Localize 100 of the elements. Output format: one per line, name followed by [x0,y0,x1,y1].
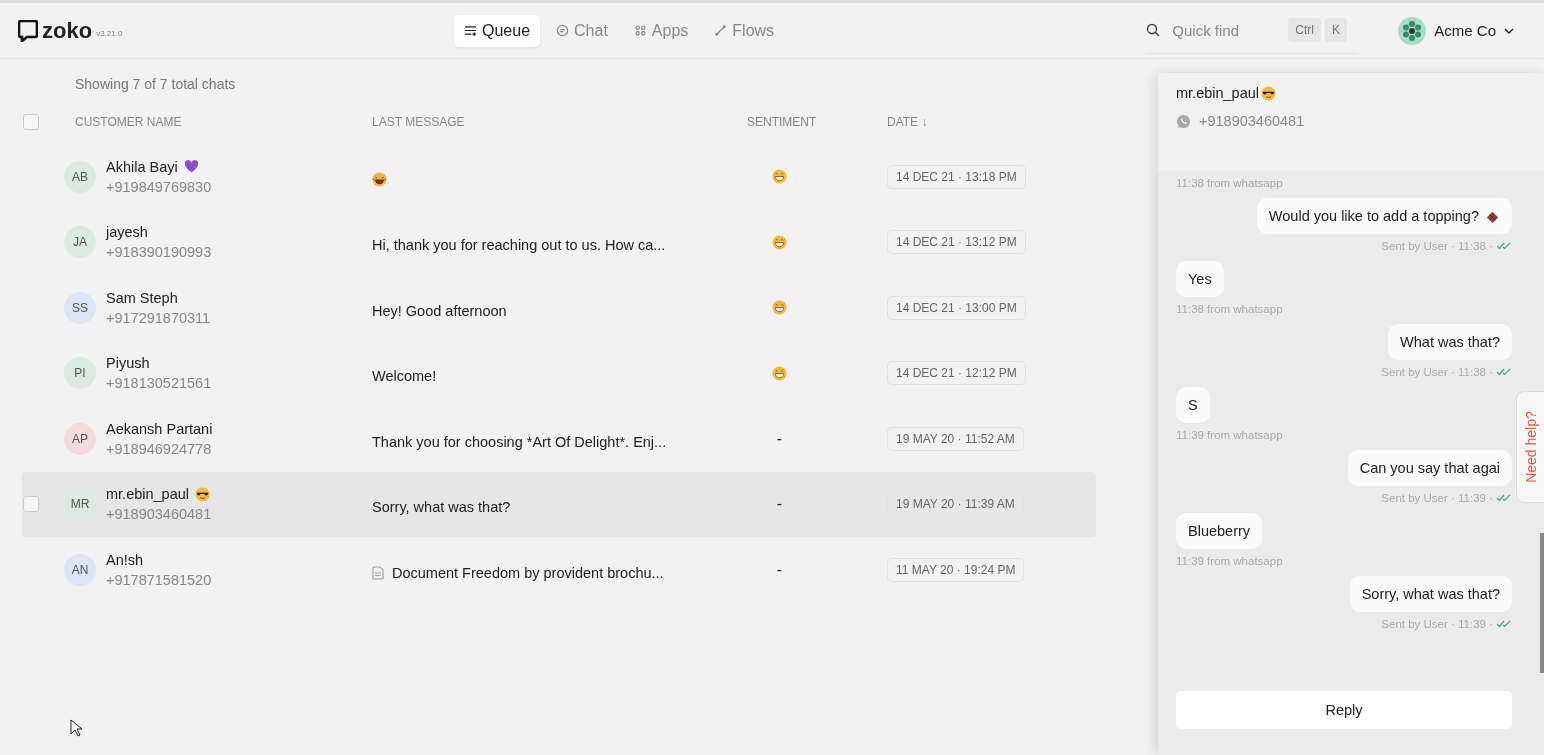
customer-phone: +917871581520 [106,571,212,588]
message-bubble: Sorry, what was that? [1349,576,1512,612]
reply-button[interactable]: Reply [1176,691,1512,729]
double-check-icon [1496,494,1512,502]
chat-row[interactable]: AP Aekansh Partani +918946924778 Thank you for choosing *Art Of Delight*. Enj... - 19 MAY 20 · 11:52 AM [22,406,1096,472]
grinning-face-icon [772,300,787,316]
chat-icon [556,24,570,37]
search-icon [1146,23,1161,37]
message-bubble: What was that? [1388,324,1512,360]
customer-name: mr.ebin_paul [106,486,190,503]
last-message: Sorry, what was that? [372,499,511,516]
avatar: AN [64,553,96,586]
message-meta: Sent by User · 11:39 · [1381,618,1493,630]
grinning-face-icon [772,169,787,185]
column-header: CUSTOMER NAME [75,115,183,129]
customer-name: jayesh [106,224,148,241]
column-header: DATE ↓ [887,115,929,129]
sunglasses-face-icon [1261,85,1277,101]
message-meta: Sent by User · 11:38 · [1381,240,1493,252]
message-bubble: S [1176,387,1210,423]
last-message: Hi, thank you for reaching out to us. How ca... [372,237,666,254]
version-label: v3.21.0 [96,29,123,38]
date-badge: 14 DEC 21 · 13:18 PM [887,164,1026,189]
grinning-face-icon [772,234,787,250]
avatar: MR [64,488,96,521]
date-badge: 19 MAY 20 · 11:52 AM [887,426,1024,451]
customer-phone: +918903460481 [106,506,212,523]
avatar: SS [64,291,96,324]
avatar: AP [64,422,96,455]
customer-name: Akhila Bayi [106,158,178,175]
scrollbar-thumb[interactable] [1540,533,1544,673]
chat-row[interactable]: AB Akhila Bayi +919849769830 14 DEC 21 · 13:18 PM [22,144,1096,210]
nav-tab[interactable]: Queue [454,14,541,47]
column-header: LAST MESSAGE [372,115,466,129]
heart-icon [183,159,199,175]
last-message: Welcome! [372,368,437,385]
double-check-icon [1496,368,1512,376]
chat-row[interactable]: SS Sam Steph +917291870311 Hey! Good afternoon 14 DEC 21 · 13:00 PM [22,275,1096,341]
customer-name: Aekansh Partani [106,420,213,437]
message-meta: 11:39 from whatsapp [1176,429,1283,441]
list-icon [464,24,477,37]
customer-name: An!sh [106,551,144,568]
double-check-icon [1496,242,1512,250]
flow-icon [714,24,728,37]
phone-bubble-icon [1176,113,1191,129]
sentiment-value: - [776,560,783,579]
sentiment-value: - [776,495,783,514]
last-message: Document Freedom by provident brochu... [392,564,664,581]
customer-phone: +918946924778 [106,440,213,457]
message-meta: 11:38 from whatsapp [1176,303,1283,315]
message-bubble: Can you say that agai [1347,450,1512,486]
shortcut-key: Ctrl [1288,18,1321,42]
message-meta: 11:38 from whatsapp [1176,177,1283,189]
message-meta: Sent by User · 11:39 · [1381,492,1493,504]
last-message: Thank you for choosing *Art Of Delight*. Enj... [372,433,667,450]
column-header: SENTIMENT [746,115,818,129]
grid-icon [633,24,647,37]
last-message: Hey! Good afternoon [372,302,507,319]
date-badge: 14 DEC 21 · 13:00 PM [887,295,1026,320]
chat-row[interactable]: PI Piyush +918130521561 Welcome! 14 DEC 21 · 12:12 PM [22,340,1096,406]
customer-phone: +918130521561 [106,375,212,392]
sunglasses-face-icon [195,486,211,502]
mouse-cursor-icon [70,719,82,737]
chat-row[interactable]: AN An!sh +917871581520 Document Freedom by provident brochu... - 11 MAY 20 · 19:24 PM [22,537,1096,603]
message-bubble: Would you like to add a topping? [1256,198,1512,234]
contact-name: mr.ebin_paul [1176,85,1260,101]
avatar: PI [64,357,96,390]
chat-row[interactable]: JA jayesh +918390190993 Hi, thank you for reaching out to us. How ca... 14 DEC 21 · 13:12 PM [22,209,1096,275]
customer-name: Piyush [106,355,150,372]
grinning-face-icon [772,365,787,381]
account-menu[interactable]: Acme Co [1398,16,1514,45]
search-field[interactable]: Quick find [1170,20,1285,40]
date-badge: 14 DEC 21 · 12:12 PM [887,361,1026,386]
date-badge: 14 DEC 21 · 13:12 PM [887,230,1026,255]
logo-text: zoko [42,17,93,44]
date-badge: 19 MAY 20 · 11:39 AM [887,492,1024,517]
double-check-icon [1496,620,1512,628]
customer-name: Sam Steph [106,289,178,306]
logo-icon [18,19,38,42]
message-meta: 11:39 from whatsapp [1176,555,1283,567]
date-badge: 11 MAY 20 · 19:24 PM [887,557,1025,582]
select-all-checkbox[interactable] [23,114,39,130]
laughing-face-icon [372,172,387,188]
customer-phone: +918390190993 [106,244,212,261]
avatar: JA [64,226,96,259]
message-bubble: Yes [1176,261,1224,297]
summary-text: Showing 7 of 7 total chats [75,76,237,92]
message-bubble: Blueberry [1176,513,1263,549]
row-checkbox[interactable] [23,496,39,513]
sentiment-value: - [776,429,783,448]
customer-phone: +917291870311 [106,309,211,326]
avatar: AB [64,160,96,193]
account-avatar-icon [1398,16,1427,45]
shortcut-key: K [1325,18,1347,42]
customer-phone: +919849769830 [106,178,212,195]
contact-phone: +918903460481 [1199,113,1305,129]
document-icon [372,565,384,580]
chat-row[interactable]: MR mr.ebin_paul +918903460481 Sorry, what was that? - 19 MAY 20 · 11:39 AM [22,471,1096,537]
chevron-down-icon [1504,27,1514,34]
message-meta: Sent by User · 11:38 · [1381,366,1493,378]
